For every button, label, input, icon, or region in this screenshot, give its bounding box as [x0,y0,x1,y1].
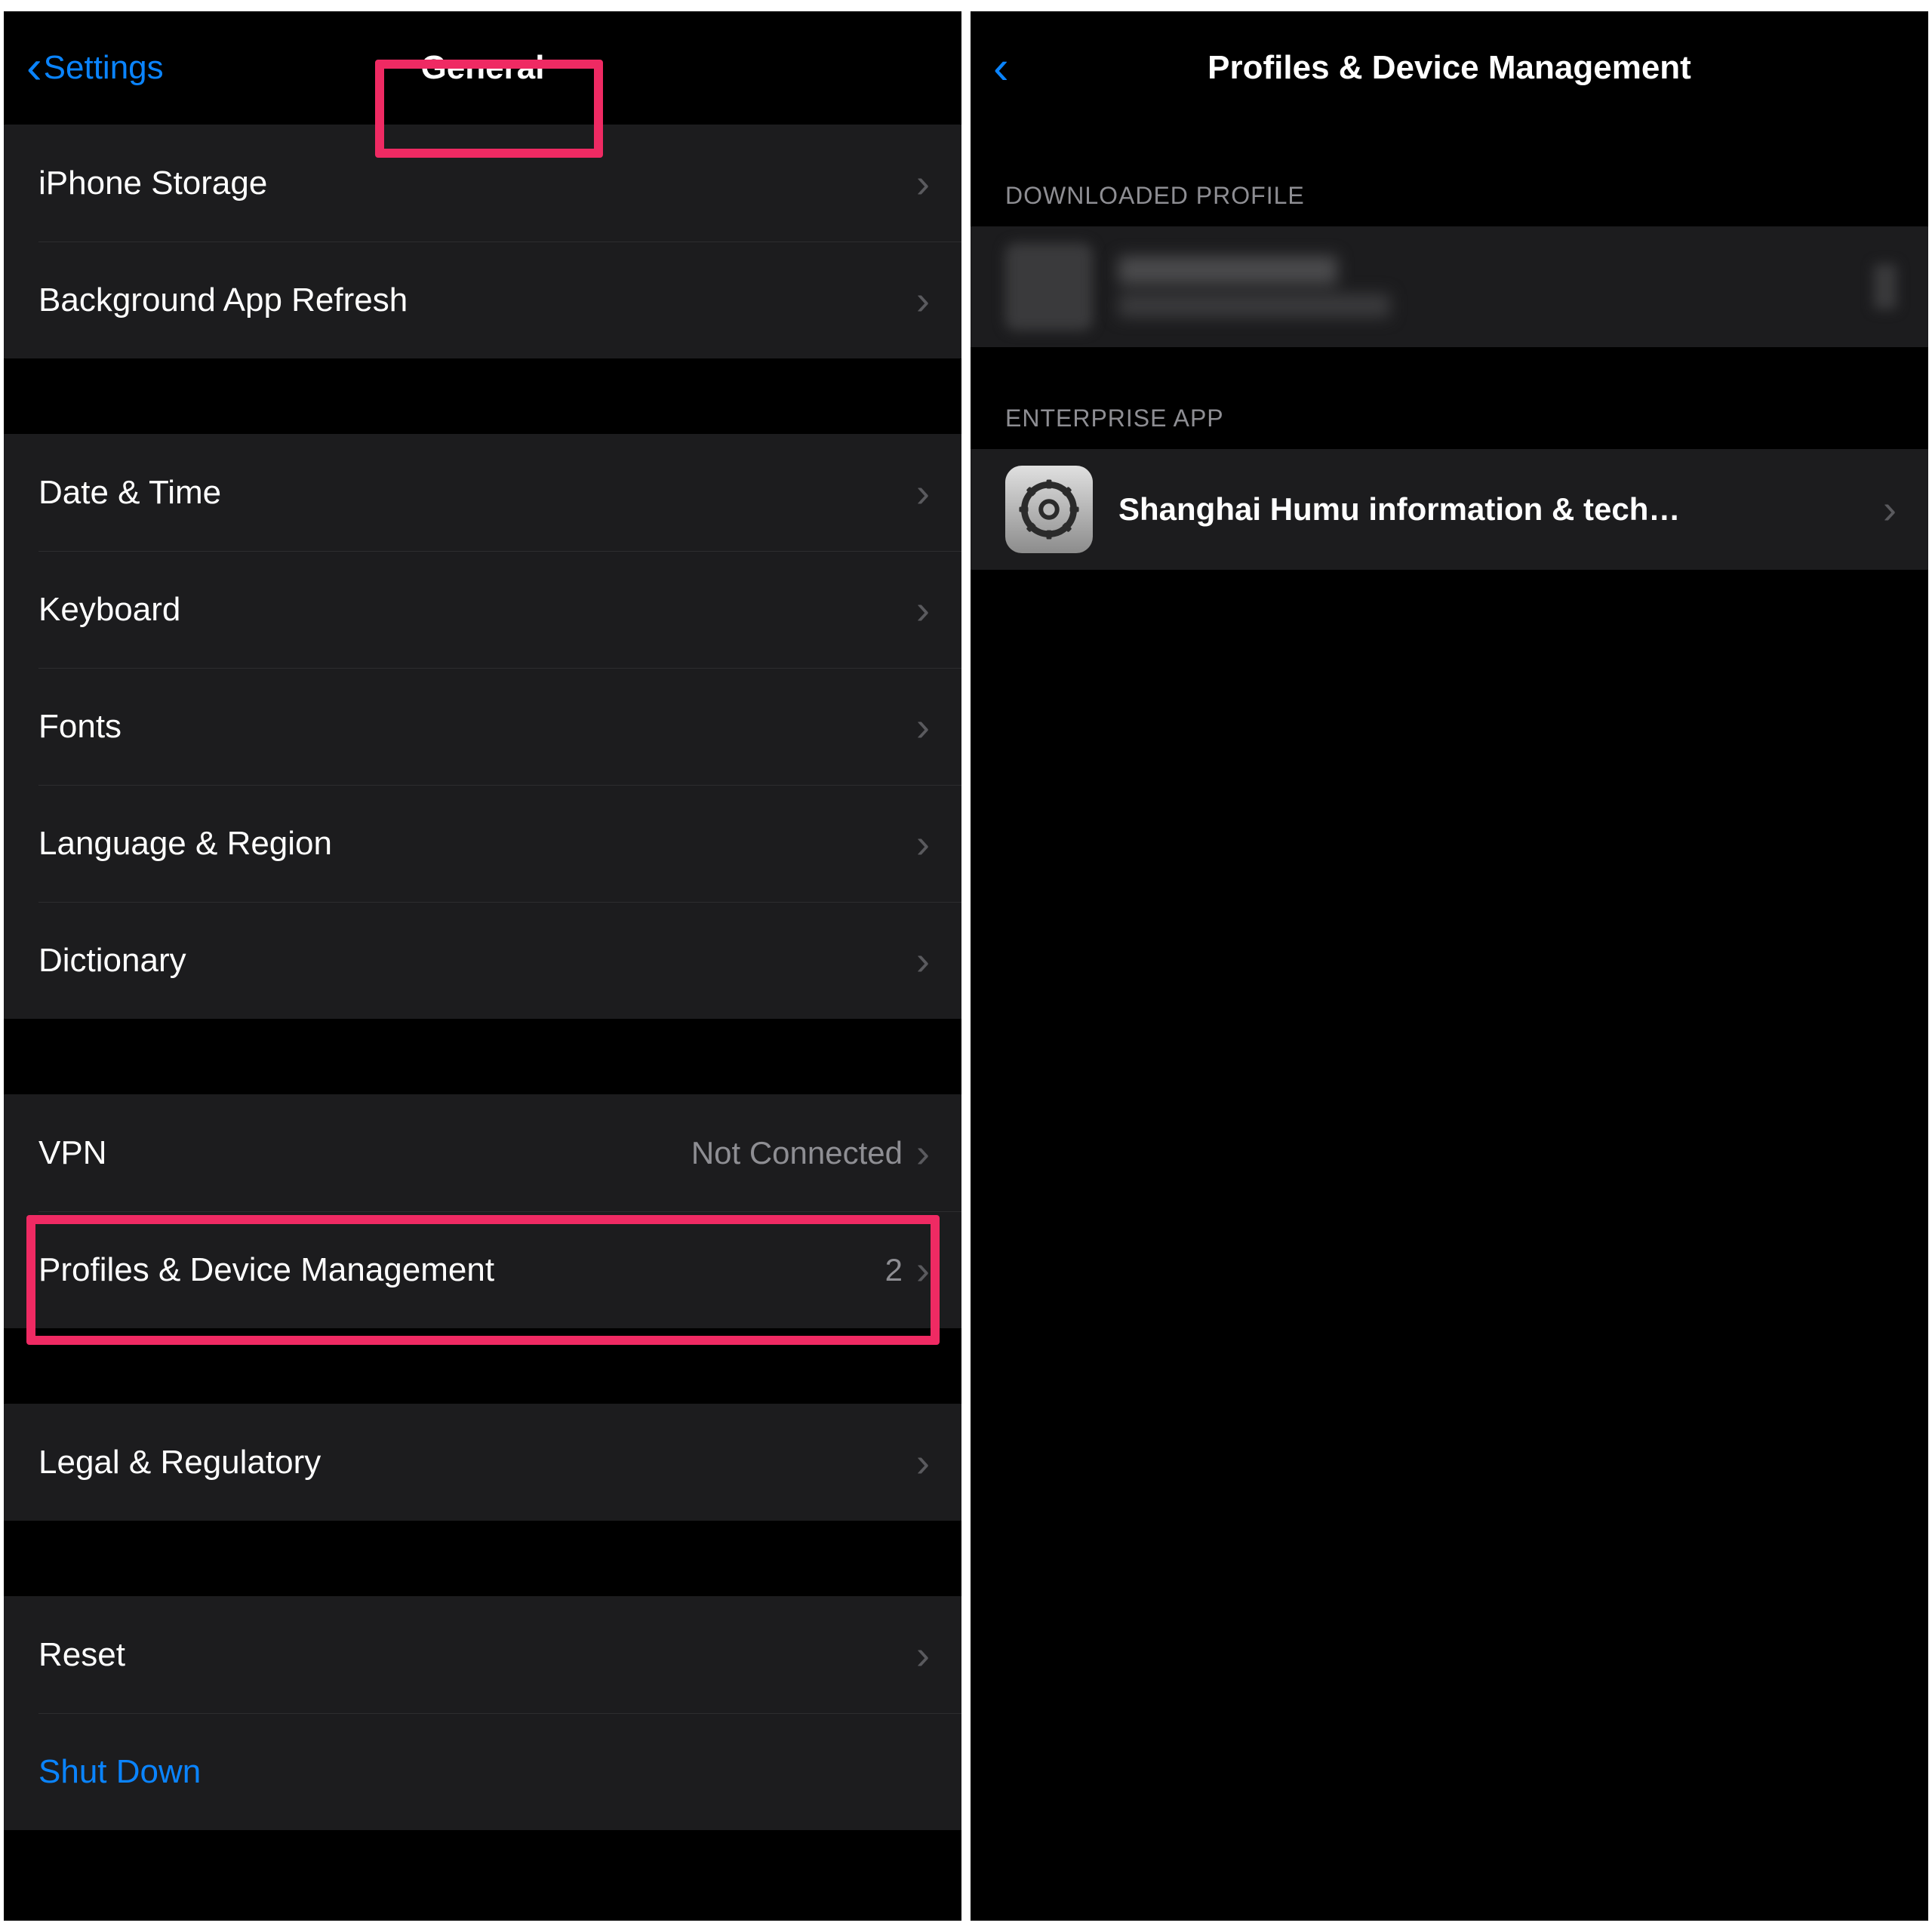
row-label: iPhone Storage [38,165,916,202]
row-label: Date & Time [38,474,916,512]
row-vpn[interactable]: VPN Not Connected › [4,1094,961,1211]
row-label: Fonts [38,708,916,746]
row-label: VPN [38,1134,691,1172]
chevron-right-icon: › [916,703,930,750]
chevron-right-icon: › [916,586,930,633]
navbar-profiles: ‹ Profiles & Device Management [971,11,1928,125]
profile-icon [1005,243,1093,331]
row-profiles-device-management[interactable]: Profiles & Device Management 2 › [4,1211,961,1328]
screenshot-profiles-management: ‹ Profiles & Device Management DOWNLOADE… [971,11,1928,1921]
navbar-general: ‹ Settings General [4,11,961,125]
chevron-right-icon: › [916,1130,930,1177]
row-keyboard[interactable]: Keyboard › [4,551,961,668]
back-button[interactable]: ‹ [993,42,1009,95]
row-reset[interactable]: Reset › [4,1596,961,1713]
row-count: 2 [885,1252,903,1288]
row-label: Legal & Regulatory [38,1444,916,1481]
row-label: Keyboard [38,591,916,629]
row-dictionary[interactable]: Dictionary › [4,902,961,1019]
row-label: Profiles & Device Management [38,1251,885,1289]
group-legal: Legal & Regulatory › [4,1404,961,1521]
row-downloaded-profile[interactable] [971,226,1928,347]
profile-text [1118,256,1390,318]
back-button[interactable]: ‹ Settings [26,45,164,91]
chevron-right-icon: › [916,820,930,867]
page-title: Profiles & Device Management [1208,49,1691,87]
chevron-right-icon: › [916,160,930,207]
row-label: Shanghai Humu information & tech… [1118,491,1883,528]
chevron-right-icon: › [916,277,930,324]
profile-title [1118,256,1337,285]
row-date-time[interactable]: Date & Time › [4,434,961,551]
row-language-region[interactable]: Language & Region › [4,785,961,902]
page-title: General [421,49,545,87]
row-label: Language & Region [38,825,916,863]
group-reset: Reset › Shut Down › [4,1596,961,1830]
row-label: Dictionary [38,942,916,980]
row-enterprise-app[interactable]: Shanghai Humu information & tech… › [971,449,1928,570]
chevron-right-icon: › [916,937,930,984]
section-downloaded-profile: DOWNLOADED PROFILE [971,125,1928,226]
chevron-right-icon: › [916,1632,930,1678]
row-legal-regulatory[interactable]: Legal & Regulatory › [4,1404,961,1521]
group-vpn: VPN Not Connected › Profiles & Device Ma… [4,1094,961,1328]
row-background-app-refresh[interactable]: Background App Refresh › [4,242,961,358]
chevron-right-icon [1874,264,1897,309]
row-label: Reset [38,1636,916,1674]
group-storage: iPhone Storage › Background App Refresh … [4,125,961,358]
screenshot-general-settings: ‹ Settings General iPhone Storage › Back… [4,11,961,1921]
group-input: Date & Time › Keyboard › Fonts › Languag… [4,434,961,1019]
row-iphone-storage[interactable]: iPhone Storage › [4,125,961,242]
gear-icon [1005,466,1093,553]
row-label: Shut Down [38,1753,916,1791]
chevron-left-icon: ‹ [26,45,42,91]
chevron-right-icon: › [916,1247,930,1294]
row-shut-down[interactable]: Shut Down › [4,1713,961,1830]
chevron-right-icon: › [916,1439,930,1486]
row-label: Background App Refresh [38,281,916,319]
general-list: iPhone Storage › Background App Refresh … [4,125,961,1830]
back-label: Settings [44,49,164,87]
chevron-left-icon: ‹ [993,42,1009,94]
row-fonts[interactable]: Fonts › [4,668,961,785]
profiles-list: DOWNLOADED PROFILE ENTERPRISE APP [971,125,1928,570]
chevron-right-icon: › [916,469,930,516]
chevron-right-icon: › [1883,486,1897,533]
section-enterprise-app: ENTERPRISE APP [971,347,1928,449]
profile-subtitle [1118,294,1390,318]
row-detail: Not Connected [691,1135,903,1171]
